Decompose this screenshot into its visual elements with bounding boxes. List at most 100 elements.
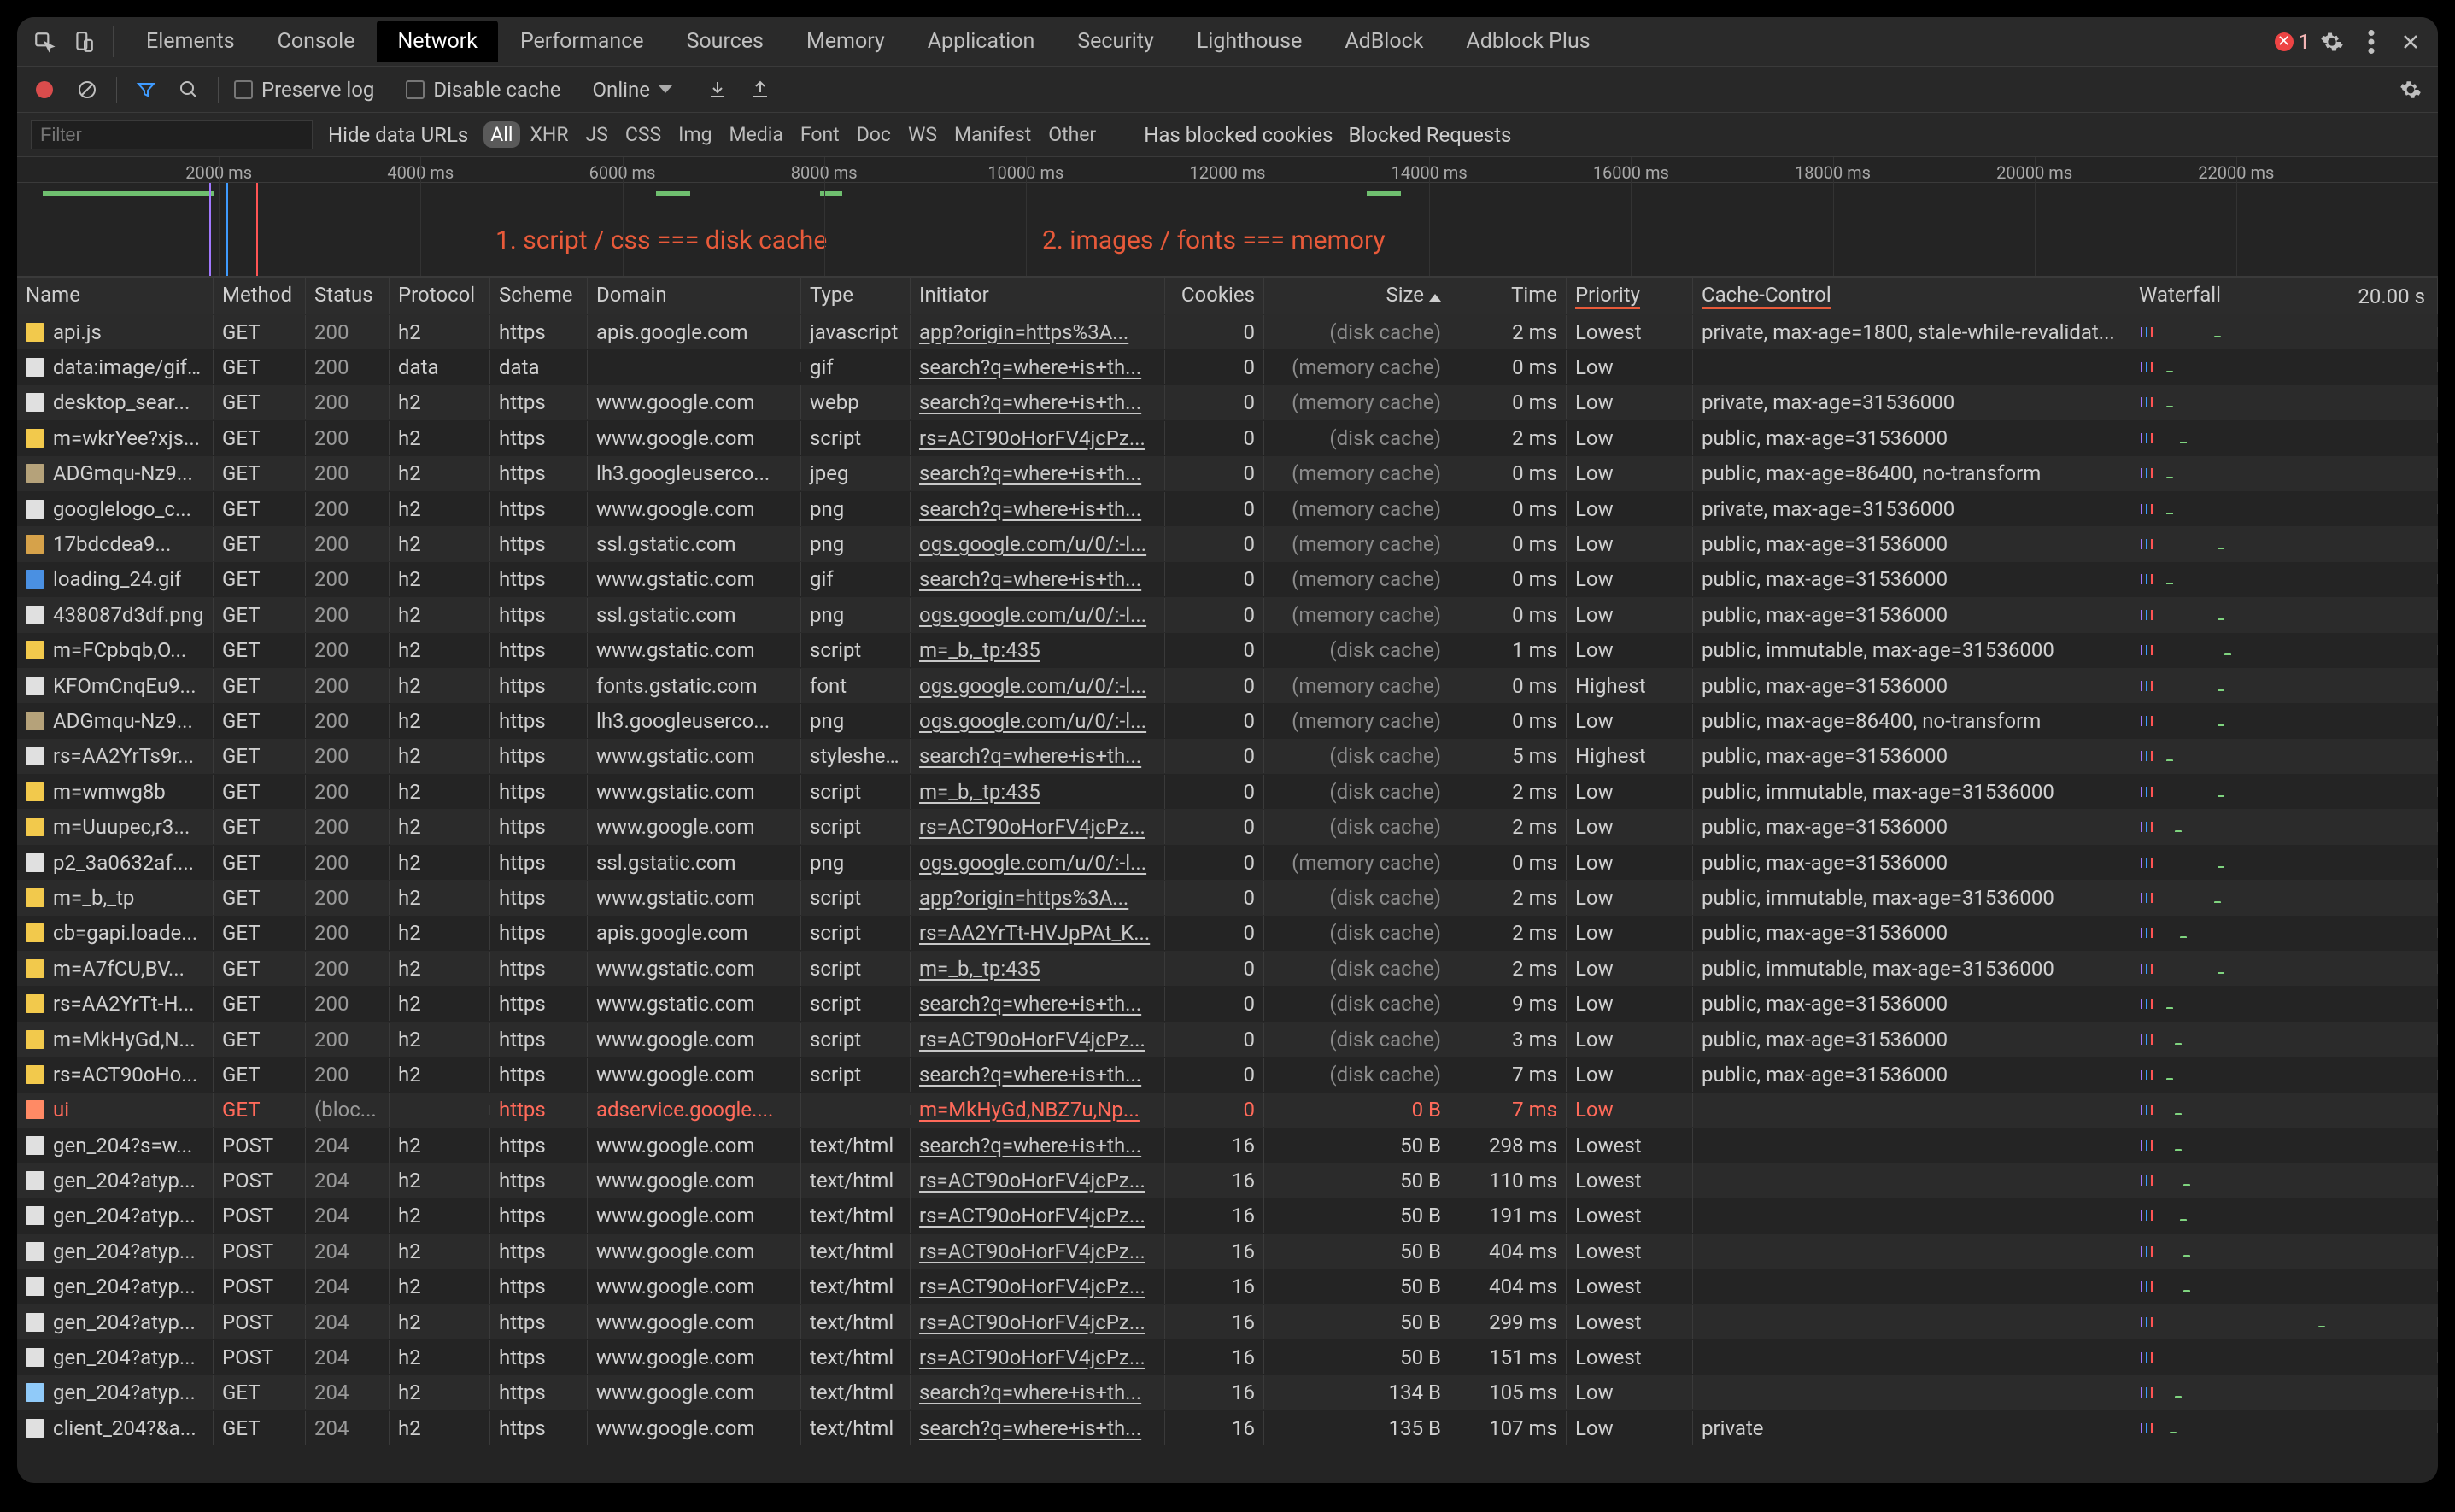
preserve-log-checkbox[interactable]: Preserve log xyxy=(234,78,374,102)
col-name[interactable]: Name xyxy=(17,278,214,314)
filter-chip-doc[interactable]: Doc xyxy=(850,121,898,148)
request-row[interactable]: 438087d3df.pngGET200h2httpsssl.gstatic.c… xyxy=(17,597,2438,632)
error-badge[interactable]: ✕ 1 xyxy=(2275,30,2311,54)
tab-lighthouse[interactable]: Lighthouse xyxy=(1176,21,1323,62)
filter-chip-media[interactable]: Media xyxy=(723,121,790,148)
request-row[interactable]: gen_204?s=w...POST204h2httpswww.google.c… xyxy=(17,1128,2438,1163)
request-row[interactable]: m=_b,_tpGET200h2httpswww.gstatic.comscri… xyxy=(17,880,2438,915)
request-initiator[interactable]: m=_b,_tp:435 xyxy=(911,633,1165,667)
tab-adblock-plus[interactable]: Adblock Plus xyxy=(1445,21,1610,62)
request-initiator[interactable]: m=_b,_tp:435 xyxy=(911,952,1165,986)
col-scheme[interactable]: Scheme xyxy=(490,278,588,314)
col-initiator[interactable]: Initiator xyxy=(911,278,1165,314)
tab-security[interactable]: Security xyxy=(1057,21,1175,62)
filter-chip-ws[interactable]: WS xyxy=(901,121,944,148)
col-time[interactable]: Time xyxy=(1450,278,1567,314)
request-row[interactable]: m=MkHyGd,N...GET200h2httpswww.google.com… xyxy=(17,1022,2438,1057)
device-toolbar-icon[interactable] xyxy=(67,25,101,59)
request-initiator[interactable]: ogs.google.com/u/0/:-l... xyxy=(911,704,1165,738)
request-row[interactable]: m=wmwg8bGET200h2httpswww.gstatic.comscri… xyxy=(17,774,2438,809)
request-row[interactable]: m=Uuupec,r3...GET200h2httpswww.google.co… xyxy=(17,809,2438,844)
request-row[interactable]: uiGET(bloc...httpsadservice.google....m=… xyxy=(17,1093,2438,1128)
col-priority[interactable]: Priority xyxy=(1567,278,1693,314)
throttling-select[interactable]: Online xyxy=(593,78,672,102)
col-waterfall[interactable]: Waterfall 20.00 s xyxy=(2130,278,2438,314)
request-initiator[interactable]: app?origin=https%3A... xyxy=(911,881,1165,915)
filter-chip-other[interactable]: Other xyxy=(1041,121,1103,148)
col-protocol[interactable]: Protocol xyxy=(390,278,490,314)
request-row[interactable]: m=A7fCU,BV...GET200h2httpswww.gstatic.co… xyxy=(17,951,2438,986)
filter-chip-css[interactable]: CSS xyxy=(618,121,668,148)
filter-chip-xhr[interactable]: XHR xyxy=(524,121,576,148)
request-initiator[interactable]: rs=ACT90oHorFV4jcPz... xyxy=(911,1198,1165,1233)
record-button[interactable] xyxy=(31,76,58,103)
col-domain[interactable]: Domain xyxy=(588,278,801,314)
request-initiator[interactable]: rs=ACT90oHorFV4jcPz... xyxy=(911,1023,1165,1057)
tab-sources[interactable]: Sources xyxy=(666,21,784,62)
tab-application[interactable]: Application xyxy=(907,21,1056,62)
request-row[interactable]: m=wkrYee?xjs...GET200h2httpswww.google.c… xyxy=(17,420,2438,455)
request-initiator[interactable]: m=_b,_tp:435 xyxy=(911,775,1165,809)
col-method[interactable]: Method xyxy=(214,278,306,314)
request-row[interactable]: ADGmqu-Nz9...GET200h2httpslh3.googleuser… xyxy=(17,456,2438,491)
has-blocked-cookies-checkbox[interactable]: Has blocked cookies xyxy=(1144,123,1333,147)
col-status[interactable]: Status xyxy=(306,278,390,314)
request-row[interactable]: gen_204?atyp...POST204h2httpswww.google.… xyxy=(17,1304,2438,1339)
import-har-icon[interactable] xyxy=(704,76,731,103)
filter-chip-font[interactable]: Font xyxy=(794,121,847,148)
panel-settings-gear-icon[interactable] xyxy=(2397,76,2424,103)
request-initiator[interactable]: rs=ACT90oHorFV4jcPz... xyxy=(911,1340,1165,1374)
request-initiator[interactable]: search?q=where+is+th... xyxy=(911,987,1165,1021)
request-row[interactable]: data:image/gif;...GET200datadatagifsearc… xyxy=(17,349,2438,384)
request-initiator[interactable]: app?origin=https%3A... xyxy=(911,315,1165,349)
request-row[interactable]: gen_204?atyp...POST204h2httpswww.google.… xyxy=(17,1339,2438,1374)
col-cookies[interactable]: Cookies xyxy=(1165,278,1264,314)
request-row[interactable]: rs=AA2YrTt-H...GET200h2httpswww.gstatic.… xyxy=(17,986,2438,1021)
filter-funnel-icon[interactable] xyxy=(132,76,160,103)
search-icon[interactable] xyxy=(175,76,202,103)
kebab-menu-icon[interactable] xyxy=(2354,25,2388,59)
tab-network[interactable]: Network xyxy=(377,21,497,62)
request-row[interactable]: KFOmCnqEu9...GET200h2httpsfonts.gstatic.… xyxy=(17,668,2438,703)
request-row[interactable]: client_204?&a...GET204h2httpswww.google.… xyxy=(17,1410,2438,1445)
request-row[interactable]: cb=gapi.loade...GET200h2httpsapis.google… xyxy=(17,916,2438,951)
request-initiator[interactable]: search?q=where+is+th... xyxy=(911,492,1165,526)
request-initiator[interactable]: search?q=where+is+th... xyxy=(911,1411,1165,1445)
request-initiator[interactable]: search?q=where+is+th... xyxy=(911,1375,1165,1409)
hide-data-urls-checkbox[interactable]: Hide data URLs xyxy=(328,123,468,147)
request-row[interactable]: gen_204?atyp...POST204h2httpswww.google.… xyxy=(17,1163,2438,1198)
tab-performance[interactable]: Performance xyxy=(500,21,665,62)
inspect-element-icon[interactable] xyxy=(27,25,62,59)
request-row[interactable]: m=FCpbqb,O...GET200h2httpswww.gstatic.co… xyxy=(17,633,2438,668)
request-row[interactable]: gen_204?atyp...GET204h2httpswww.google.c… xyxy=(17,1375,2438,1410)
request-initiator[interactable]: search?q=where+is+th... xyxy=(911,350,1165,384)
request-initiator[interactable]: search?q=where+is+th... xyxy=(911,456,1165,490)
request-initiator[interactable]: search?q=where+is+th... xyxy=(911,1128,1165,1163)
request-initiator[interactable]: rs=AA2YrTt-HVJpPAt_K... xyxy=(911,916,1165,950)
filter-input[interactable] xyxy=(31,120,313,149)
request-row[interactable]: 17bdcdea9...GET200h2httpsssl.gstatic.com… xyxy=(17,526,2438,561)
request-initiator[interactable]: rs=ACT90oHorFV4jcPz... xyxy=(911,1269,1165,1304)
col-type[interactable]: Type xyxy=(801,278,911,314)
request-row[interactable]: desktop_sear...GET200h2httpswww.google.c… xyxy=(17,385,2438,420)
export-har-icon[interactable] xyxy=(747,76,774,103)
request-row[interactable]: api.jsGET200h2httpsapis.google.comjavasc… xyxy=(17,314,2438,349)
request-initiator[interactable]: m=MkHyGd,NBZ7u,Np... xyxy=(911,1093,1165,1127)
request-row[interactable]: gen_204?atyp...POST204h2httpswww.google.… xyxy=(17,1234,2438,1269)
request-initiator[interactable]: ogs.google.com/u/0/:-l... xyxy=(911,846,1165,880)
filter-chip-img[interactable]: Img xyxy=(671,121,718,148)
overview-timeline[interactable]: 2000 ms4000 ms6000 ms8000 ms10000 ms1200… xyxy=(17,157,2438,277)
request-row[interactable]: loading_24.gifGET200h2httpswww.gstatic.c… xyxy=(17,562,2438,597)
col-size[interactable]: Size xyxy=(1264,278,1450,314)
settings-gear-icon[interactable] xyxy=(2315,25,2349,59)
request-initiator[interactable]: rs=ACT90oHorFV4jcPz... xyxy=(911,1305,1165,1339)
request-row[interactable]: gen_204?atyp...POST204h2httpswww.google.… xyxy=(17,1269,2438,1304)
request-row[interactable]: gen_204?atyp...POST204h2httpswww.google.… xyxy=(17,1198,2438,1234)
request-row[interactable]: rs=ACT90oHo...GET200h2httpswww.google.co… xyxy=(17,1057,2438,1092)
col-cache[interactable]: Cache-Control xyxy=(1693,278,2130,314)
request-row[interactable]: googlelogo_c...GET200h2httpswww.google.c… xyxy=(17,491,2438,526)
request-initiator[interactable]: ogs.google.com/u/0/:-l... xyxy=(911,669,1165,703)
clear-icon[interactable] xyxy=(73,76,101,103)
request-initiator[interactable]: rs=ACT90oHorFV4jcPz... xyxy=(911,421,1165,455)
request-initiator[interactable]: search?q=where+is+th... xyxy=(911,562,1165,596)
